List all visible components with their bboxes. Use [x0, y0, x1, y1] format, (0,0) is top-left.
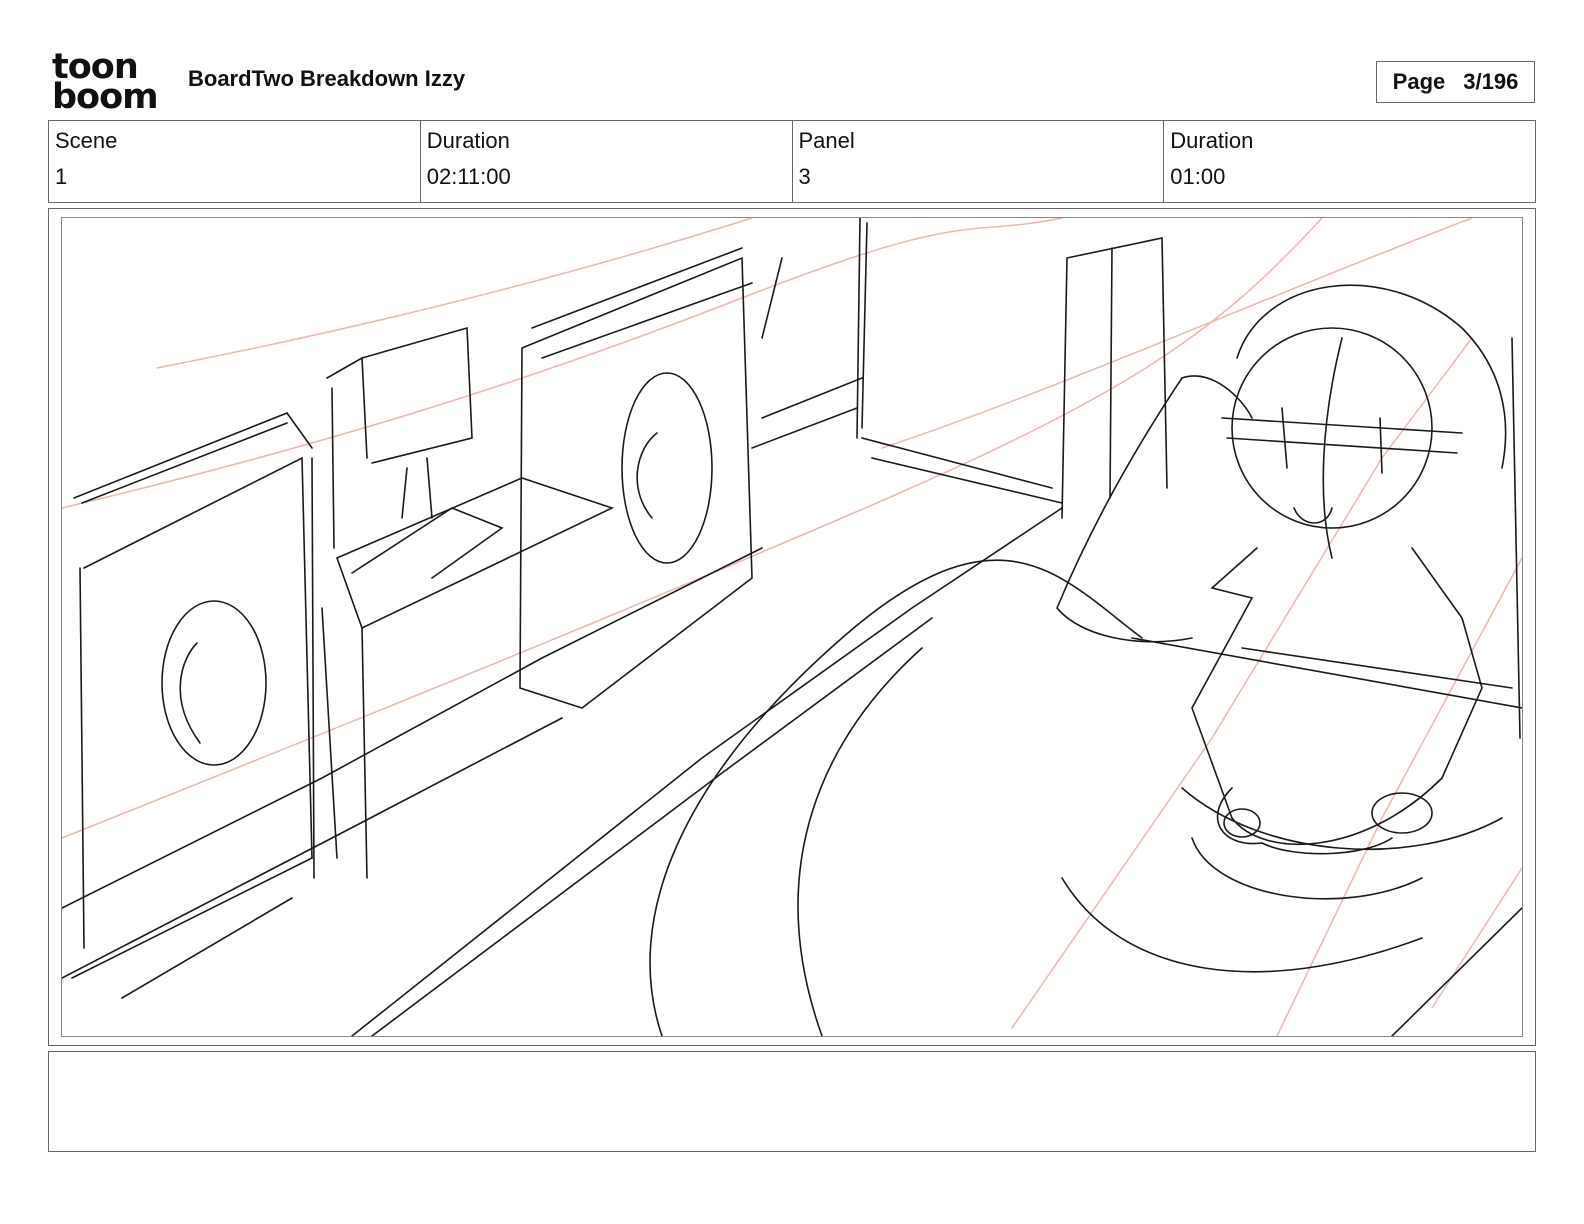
laundromat-sketch-image	[62, 218, 1522, 1036]
page-number: 3/196	[1463, 69, 1519, 94]
scene-duration-value: 02:11:00	[426, 164, 511, 189]
scene-value: 1	[55, 164, 68, 189]
storyboard-panel	[48, 208, 1536, 1046]
scene-duration-cell: Duration 02:11:00	[421, 121, 793, 202]
logo-line-2: boom	[52, 77, 159, 117]
panel-duration-cell: Duration 01:00	[1164, 121, 1535, 202]
panel-cell: Panel 3	[793, 121, 1165, 202]
scene-label: Scene	[55, 128, 118, 153]
panel-label: Panel	[798, 128, 855, 153]
page-label: Page	[1392, 69, 1446, 94]
panel-notes	[48, 1051, 1536, 1152]
toonboom-logo: toon boom	[52, 50, 164, 117]
storyboard-title: BoardTwo Breakdown Izzy	[188, 66, 466, 91]
page-indicator: Page 3/196	[1376, 61, 1535, 103]
scene-duration-label: Duration	[426, 128, 510, 153]
panel-value: 3	[798, 164, 811, 189]
panel-duration-label: Duration	[1170, 128, 1254, 153]
sketch-frame	[61, 217, 1523, 1037]
scene-cell: Scene 1	[49, 121, 421, 202]
panel-duration-value: 01:00	[1170, 164, 1226, 189]
panel-info-table: Scene 1 Duration 02:11:00 Panel 3 Durati…	[48, 120, 1536, 203]
